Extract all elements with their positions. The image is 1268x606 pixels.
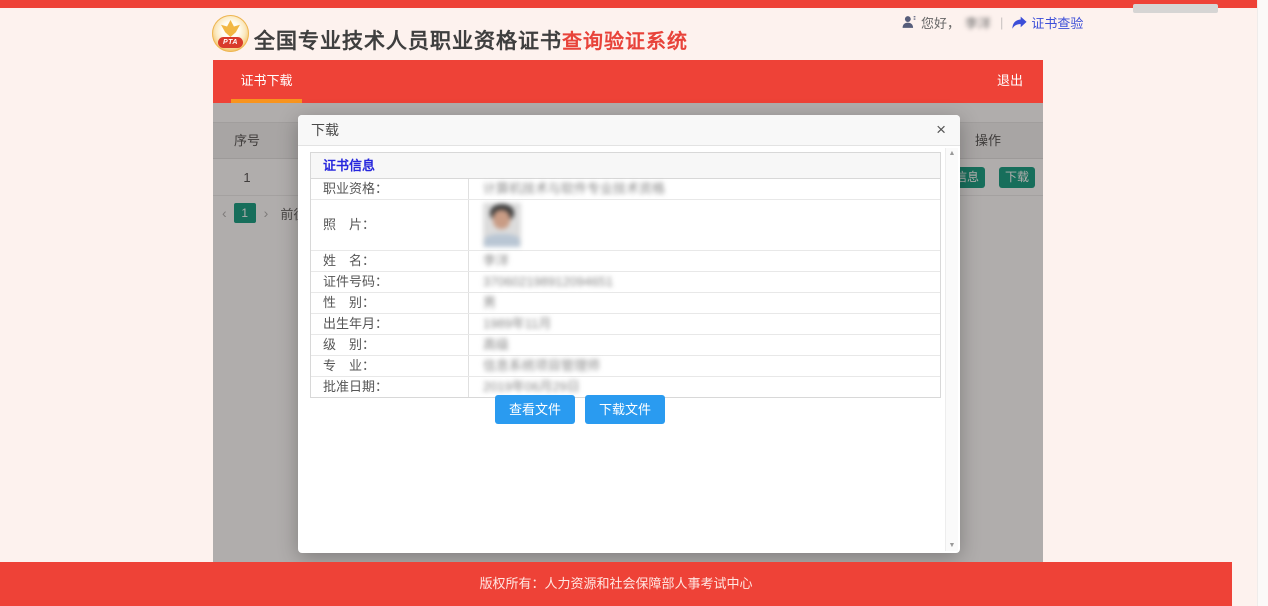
logo-flame-icon [221,20,240,37]
field-value: 信息系统项目管理师 [469,356,940,376]
field-row-approval-date: 批准日期： 2019年06月29日 [311,377,940,397]
modal-header: 下载 × [298,115,960,146]
field-label: 级 别： [311,335,469,355]
field-label: 出生年月： [311,314,469,334]
blurred-artifact [1133,4,1218,13]
user-name: 李洋 [965,13,991,32]
section-title: 证书信息 [311,153,940,179]
field-value [469,200,940,250]
download-modal: 下载 × 证书信息 职业资格： 计算机技术与软件专业技术资格 照 片： [298,115,960,553]
main-navbar: 证书下载 退出 [213,60,1043,103]
field-row-qualification: 职业资格： 计算机技术与软件专业技术资格 [311,179,940,200]
scroll-up-icon[interactable]: ▲ [946,150,958,157]
close-icon[interactable]: × [936,115,946,144]
photo-shirt [484,234,520,247]
field-label: 证件号码： [311,272,469,292]
field-value: 男 [469,293,940,313]
photo-face [493,210,510,229]
user-area: 您好， 李洋 | 证书查验 [902,13,1083,31]
field-row-birth: 出生年月： 1989年11月 [311,314,940,335]
modal-actions: 查看文件 下载文件 [495,395,665,424]
page: PTA 全国专业技术人员职业资格证书查询验证系统 您好， 李洋 | 证书查验 证… [0,0,1268,606]
field-label: 批准日期： [311,377,469,397]
field-row-id-number: 证件号码： 370602198912094651 [311,272,940,293]
tab-cert-download[interactable]: 证书下载 [231,60,302,103]
modal-title: 下载 [311,115,339,145]
field-row-name: 姓 名： 李洋 [311,251,940,272]
user-icon [902,15,916,29]
logout-button[interactable]: 退出 [997,60,1023,103]
field-row-gender: 性 别： 男 [311,293,940,314]
browser-scrollbar-track[interactable] [1257,0,1268,606]
top-accent-bar [0,0,1268,8]
field-label: 性 别： [311,293,469,313]
page-title-accent: 查询验证系统 [562,25,688,54]
field-value: 李洋 [469,251,940,271]
field-label: 专 业： [311,356,469,376]
portrait-photo [483,203,521,247]
copyright-text: 版权所有：人力资源和社会保障部人事考试中心 [0,562,1232,606]
cert-verify-label: 证书查验 [1031,13,1083,32]
logo-pta-label: PTA [218,37,243,48]
footer: 版权所有：人力资源和社会保障部人事考试中心 [0,562,1232,606]
scroll-down-icon[interactable]: ▼ [946,542,958,549]
cert-verify-link[interactable]: 证书查验 [1012,13,1083,32]
field-label: 照 片： [311,200,469,250]
field-value: 370602198912094651 [469,272,940,292]
page-title: 全国专业技术人员职业资格证书查询验证系统 [254,25,688,55]
page-title-main: 全国专业技术人员职业资格证书 [254,25,562,55]
field-value: 高级 [469,335,940,355]
field-row-major: 专 业： 信息系统项目管理师 [311,356,940,377]
share-arrow-icon [1012,16,1027,29]
certificate-info-table: 证书信息 职业资格： 计算机技术与软件专业技术资格 照 片： 姓 名： 李洋 [310,152,941,398]
field-row-level: 级 别： 高级 [311,335,940,356]
modal-scrollbar[interactable]: ▲ ▼ [945,148,958,551]
field-value: 2019年06月29日 [469,377,940,397]
view-file-button[interactable]: 查看文件 [495,395,575,424]
download-file-button[interactable]: 下载文件 [585,395,665,424]
site-logo: PTA [212,15,249,52]
field-label: 职业资格： [311,179,469,199]
field-value: 1989年11月 [469,314,940,334]
field-row-photo: 照 片： [311,200,940,251]
separator: | [1000,15,1003,30]
field-value: 计算机技术与软件专业技术资格 [469,179,940,199]
field-label: 姓 名： [311,251,469,271]
greeting-text: 您好， [921,13,960,32]
